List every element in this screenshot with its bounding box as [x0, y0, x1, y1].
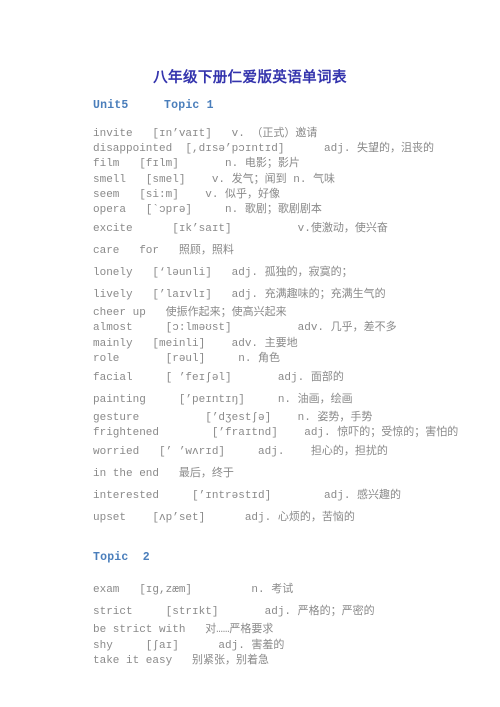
section-heading-unit5-topic1: Unit5 Topic 1 — [93, 99, 214, 112]
vocabulary-entry: mainly [meinli] adv. 主要地 — [93, 337, 298, 350]
vocabulary-entry: interested [’ɪntrəstɪd] adj. 感兴趣的 — [93, 490, 402, 503]
entry-group-unit5: invite [ɪn’vaɪt] v. （正式）邀请 disappointed [… — [93, 127, 493, 529]
section-topic2: Topic 2 exam [ɪg,zæm] n. 考试 strict [strɪk… — [93, 550, 493, 669]
section-unit5: Unit5 Topic 1 invite [ɪn’vaɪt] v. （正式）邀请… — [93, 98, 493, 529]
vocabulary-entry: take it easy 别紧张，别着急 — [93, 654, 270, 667]
heading-spacer — [93, 565, 493, 579]
vocabulary-entry: invite [ɪn’vaɪt] v. （正式）邀请 — [93, 128, 318, 140]
vocabulary-entry: lonely [‘ləunli] adj. 孤独的，寂寞的； — [93, 267, 353, 280]
section-heading-topic2: Topic 2 — [93, 551, 150, 565]
vocabulary-entry: excite [ɪk’saɪt] v.使激动，使兴奋 — [93, 223, 388, 236]
vocabulary-entry: be strict with 对……严格要求 — [93, 624, 274, 637]
vocabulary-entry: seem [si:m] v. 似乎，好像 — [93, 188, 281, 201]
vocabulary-entry: painting [’peɪntɪŋ] n. 油画，绘画 — [93, 394, 353, 407]
vocabulary-entry: shy [ʃaɪ] adj. 害羞的 — [93, 639, 285, 652]
vocabulary-entry: smell [smel] v. 发气；闻到 n. 气味 — [93, 173, 336, 186]
vocabulary-entry: facial [ ’feɪʃəl] adj. 面部的 — [93, 372, 344, 385]
vocabulary-entry: opera [`ɔprə] n. 歌剧；歌剧剧本 — [93, 204, 322, 217]
vocabulary-entry: role [rəul] n. 角色 — [93, 352, 281, 365]
vocabulary-entry: strict [strɪkt] adj. 严格的；严密的 — [93, 606, 375, 619]
vocabulary-entry: almost [ɔ:lməʊst] adv. 几乎，差不多 — [93, 322, 397, 335]
page-title: 八年级下册仁爱版英语单词表 — [153, 70, 347, 86]
vocabulary-entry: cheer up 使振作起来；使高兴起来 — [93, 307, 287, 320]
heading-spacer — [93, 113, 493, 127]
vocabulary-entry: in the end 最后，终于 — [93, 468, 234, 481]
vocabulary-entry: lively [’laɪvlɪ] adj. 充满趣味的；充满生气的 — [93, 289, 386, 302]
document-page: 八年级下册仁爱版英语单词表 Unit5 Topic 1 invite [ɪn’v… — [0, 0, 500, 707]
vocabulary-entry: gesture [’dʒestʃə] n. 姿势，手势 — [93, 412, 373, 425]
vocabulary-entry: frightened [’fraɪtnd] adj. 惊吓的；受惊的；害怕的 — [93, 427, 459, 440]
vocabulary-entry: upset [ʌp’set] adj. 心烦的，苦恼的 — [93, 512, 355, 525]
vocabulary-entry: exam [ɪg,zæm] n. 考试 — [93, 584, 294, 597]
vocabulary-entry: worried [’ ’wʌrɪd] adj. 担心的，担扰的 — [93, 446, 388, 459]
vocabulary-entry: film [fɪlm] n. 电影；影片 — [93, 158, 300, 171]
entry-group-topic2: exam [ɪg,zæm] n. 考试 strict [strɪkt] adj. … — [93, 579, 493, 669]
vocabulary-entry: disappointed [,dɪsə’pɔɪntɪd] adj. 失望的，沮丧… — [93, 143, 435, 156]
vocabulary-entry: care for 照顾，照料 — [93, 245, 234, 258]
vocabulary-list: Unit5 Topic 1 invite [ɪn’vaɪt] v. （正式）邀请… — [93, 98, 493, 669]
